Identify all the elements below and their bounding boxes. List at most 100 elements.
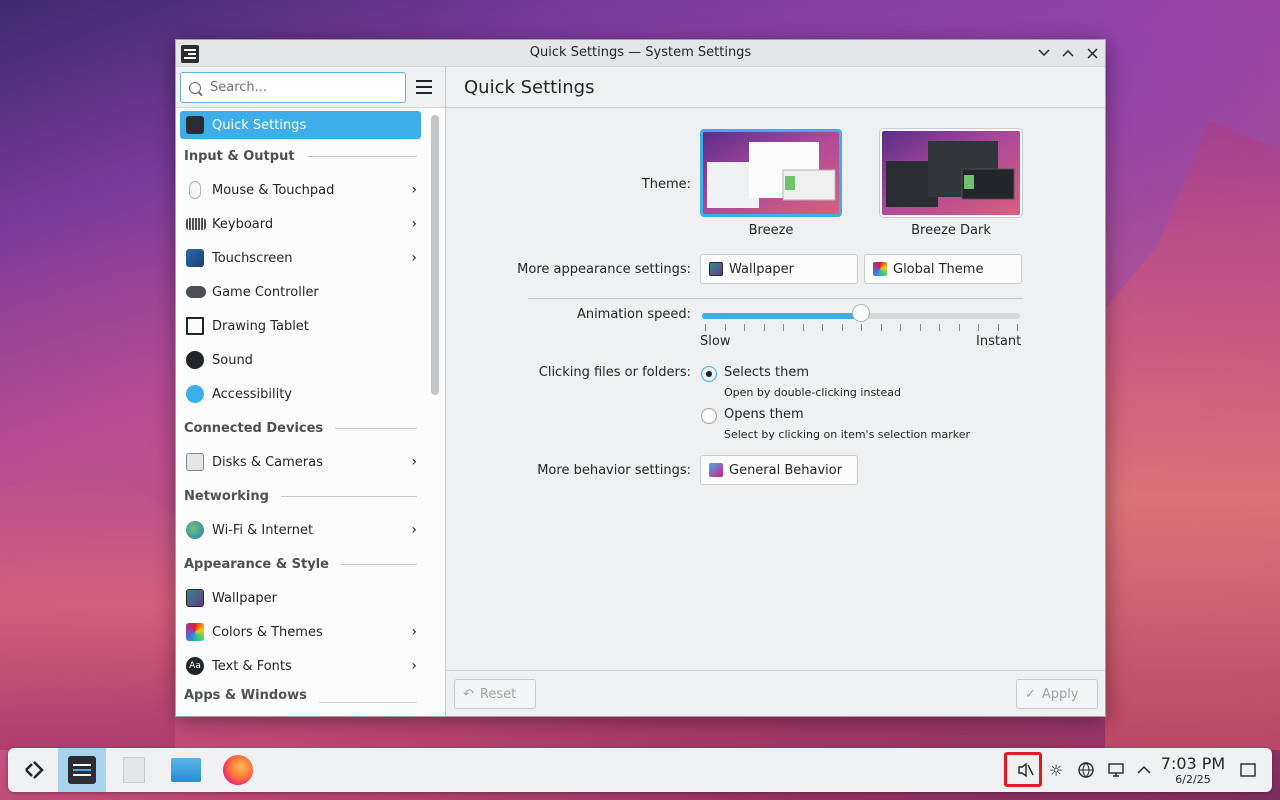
- taskbar-text-editor[interactable]: [110, 748, 158, 792]
- sidebar-item-wifi-internet[interactable]: Wi-Fi & Internet ›: [176, 513, 425, 547]
- sidebar-item-accessibility[interactable]: Accessibility: [176, 377, 425, 411]
- undo-icon: ↶: [463, 686, 474, 702]
- slider-tick: [724, 324, 726, 331]
- chevron-right-icon: ›: [411, 454, 417, 470]
- application-launcher-button[interactable]: [10, 748, 58, 792]
- sidebar-list: Quick Settings Input & Output Mouse & To…: [176, 108, 425, 716]
- section-appearance-style: Appearance & Style: [176, 547, 425, 581]
- clock-time: 7:03 PM: [1160, 754, 1226, 773]
- slider-tick: [939, 324, 940, 331]
- sidebar-item-disks-cameras[interactable]: Disks & Cameras ›: [176, 445, 425, 479]
- slider-fill: [702, 313, 861, 319]
- opens-them-radio[interactable]: [701, 408, 717, 424]
- wallpaper-icon: [709, 262, 723, 276]
- sidebar-item-drawing-tablet[interactable]: Drawing Tablet: [176, 309, 425, 343]
- more-behavior-label: More behavior settings:: [537, 463, 691, 478]
- show-desktop-icon[interactable]: [1236, 758, 1260, 782]
- slider-tick: [783, 324, 784, 331]
- section-networking: Networking: [176, 479, 425, 513]
- apply-button[interactable]: ✓ Apply: [1016, 679, 1098, 709]
- chevron-down-icon: [1038, 49, 1050, 57]
- selects-them-label[interactable]: Selects them: [724, 365, 809, 380]
- global-theme-button[interactable]: Global Theme: [864, 254, 1022, 284]
- search-field[interactable]: [180, 72, 406, 103]
- sidebar-item-sound[interactable]: Sound: [176, 343, 425, 377]
- brightness-icon[interactable]: ☼: [1044, 758, 1068, 782]
- footer-bar: ↶ Reset ✓ Apply: [446, 670, 1105, 716]
- close-button[interactable]: [1082, 43, 1102, 63]
- disk-icon: [186, 453, 204, 471]
- breeze-dark-preview-image: [882, 131, 1020, 215]
- sidebar-item-quick-settings[interactable]: Quick Settings: [180, 111, 421, 139]
- font-icon: Aa: [186, 657, 204, 675]
- selects-them-description: Open by double-clicking instead: [724, 386, 901, 399]
- general-behavior-icon: [709, 463, 723, 477]
- selects-them-radio[interactable]: [701, 366, 717, 382]
- sidebar-item-colors-themes[interactable]: Colors & Themes ›: [176, 615, 425, 649]
- taskbar-file-manager[interactable]: [162, 748, 210, 792]
- sidebar-item-mouse-touchpad[interactable]: Mouse & Touchpad ›: [176, 173, 425, 207]
- chevron-right-icon: ›: [411, 658, 417, 674]
- touchscreen-icon: [186, 249, 204, 267]
- section-connected-devices: Connected Devices: [176, 411, 425, 445]
- slow-label: Slow: [700, 334, 731, 349]
- slider-tick: [880, 324, 882, 331]
- kde-launcher-icon: [25, 761, 44, 779]
- sidebar-item-wallpaper[interactable]: Wallpaper: [176, 581, 425, 615]
- slider-tick: [763, 324, 765, 331]
- sidebar-item-game-controller: Game Controller: [176, 275, 425, 309]
- taskbar-system-settings[interactable]: [58, 748, 106, 792]
- minimize-button[interactable]: [1034, 43, 1054, 63]
- theme-label: Theme:: [641, 177, 691, 192]
- network-globe-icon[interactable]: [1074, 758, 1098, 782]
- sidebar-item-text-fonts[interactable]: Aa Text & Fonts ›: [176, 649, 425, 683]
- speaker-icon: [186, 351, 204, 369]
- sidebar-scrollbar[interactable]: [431, 115, 439, 395]
- page-title: Quick Settings: [446, 67, 1105, 108]
- global-theme-icon: [873, 262, 887, 276]
- slider-tick: [1017, 324, 1018, 331]
- theme-breeze-dark-thumbnail[interactable]: [880, 129, 1022, 217]
- opens-them-description: Select by clicking on item's selection m…: [724, 428, 970, 441]
- globe-icon: [186, 521, 204, 539]
- display-icon[interactable]: [1104, 758, 1128, 782]
- taskbar-firefox[interactable]: [214, 748, 262, 792]
- reset-button[interactable]: ↶ Reset: [454, 679, 536, 709]
- slider-tick: [900, 324, 901, 331]
- firefox-icon: [223, 755, 253, 785]
- maximize-button[interactable]: [1058, 43, 1078, 63]
- main-panel: Quick Settings Theme: Breeze Breeze Dark…: [446, 67, 1105, 716]
- sidebar-item-keyboard[interactable]: Keyboard ›: [176, 207, 425, 241]
- clock-date: 6/2/25: [1175, 773, 1211, 786]
- slider-handle[interactable]: [852, 304, 870, 322]
- slider-tick: [919, 324, 921, 331]
- chevron-right-icon: ›: [411, 624, 417, 640]
- gamepad-icon: [186, 286, 206, 298]
- clicking-files-label: Clicking files or folders:: [538, 365, 691, 380]
- slider-tick: [705, 324, 706, 331]
- close-icon: [1086, 47, 1098, 59]
- quick-settings-icon: [186, 116, 204, 134]
- checkmark-icon: ✓: [1025, 686, 1036, 702]
- theme-breeze-thumbnail[interactable]: [700, 129, 842, 217]
- search-bar: [176, 67, 445, 108]
- section-apps-windows: Apps & Windows: [176, 683, 425, 703]
- tray-highlight-box: [1004, 752, 1042, 787]
- expand-tray-icon[interactable]: [1132, 758, 1156, 782]
- slider-tick: [997, 324, 999, 331]
- slider-tick: [978, 324, 979, 331]
- slider-tick: [744, 324, 745, 331]
- wallpaper-button[interactable]: Wallpaper: [700, 254, 858, 284]
- hamburger-menu-button[interactable]: [416, 80, 434, 94]
- general-behavior-button[interactable]: General Behavior: [700, 455, 858, 485]
- clock[interactable]: 7:03 PM 6/2/25: [1158, 754, 1228, 786]
- system-settings-window: Quick Settings — System Settings Quick S…: [175, 39, 1106, 717]
- opens-them-label[interactable]: Opens them: [724, 407, 804, 422]
- search-input[interactable]: [210, 80, 390, 95]
- document-icon: [123, 757, 145, 783]
- slider-tick: [861, 324, 862, 331]
- system-settings-icon: [68, 756, 96, 784]
- instant-label: Instant: [976, 334, 1022, 349]
- sidebar-item-touchscreen[interactable]: Touchscreen ›: [176, 241, 425, 275]
- search-icon: [189, 81, 201, 94]
